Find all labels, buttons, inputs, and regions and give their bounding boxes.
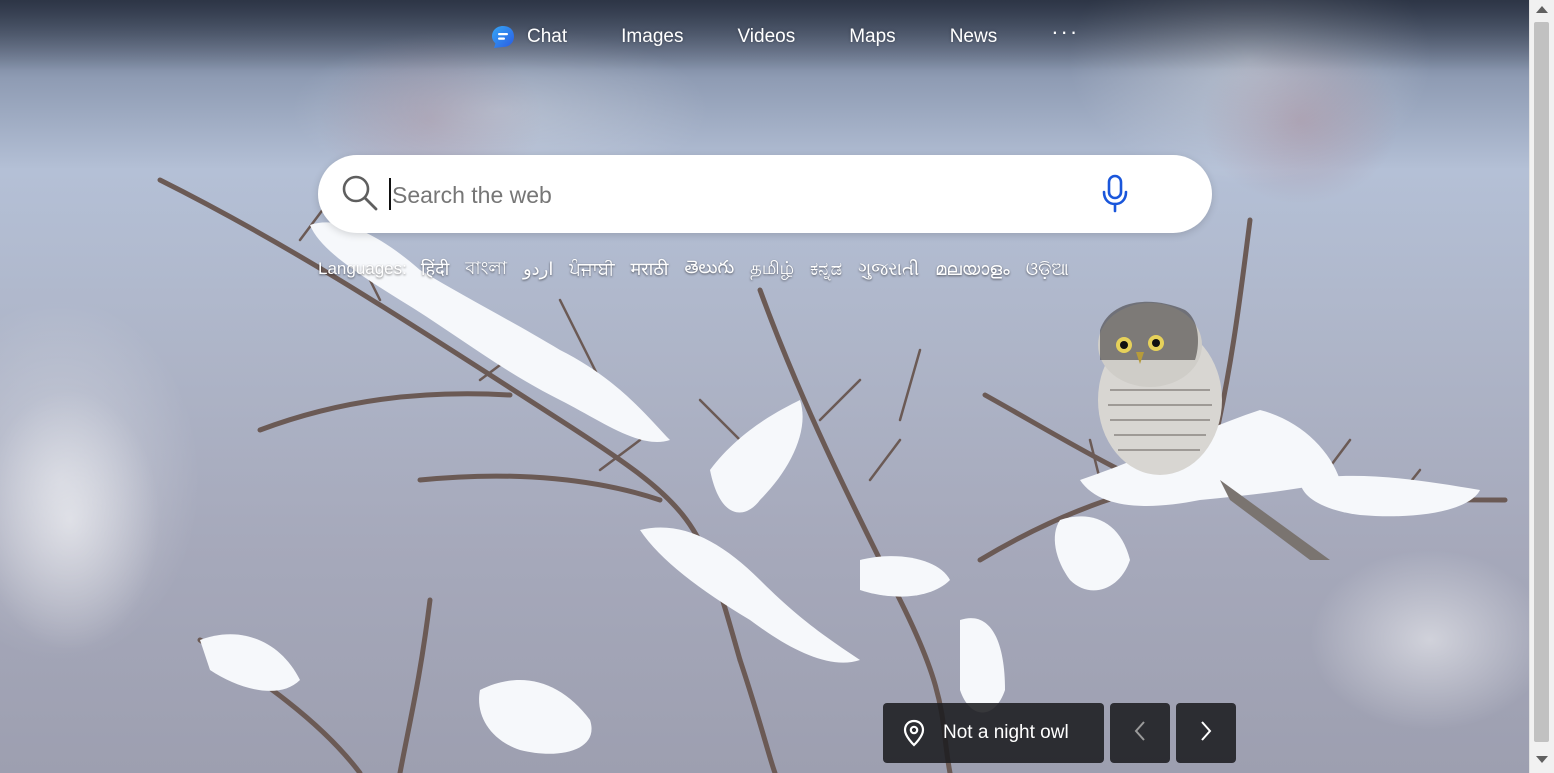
- page: Chat Images Videos Maps News ··· Languag…: [0, 0, 1554, 773]
- language-link-malayalam[interactable]: മലയാളം: [935, 259, 1010, 280]
- more-menu-button[interactable]: ···: [1051, 19, 1079, 45]
- text-caret: [389, 178, 391, 210]
- languages-bar: Languages: हिंदी বাংলা اردو ਪੰਜਾਬੀ मराठी…: [318, 255, 1085, 283]
- search-icon[interactable]: [340, 173, 380, 213]
- previous-image-button[interactable]: [1110, 703, 1170, 763]
- vertical-scrollbar[interactable]: [1529, 0, 1554, 773]
- nav-item-images[interactable]: Images: [621, 26, 683, 48]
- language-link-kannada[interactable]: ಕನ್ನಡ: [810, 259, 842, 280]
- language-link-bengali[interactable]: বাংলা: [465, 254, 507, 285]
- chat-icon: [490, 24, 516, 50]
- language-link-punjabi[interactable]: ਪੰਜਾਬੀ: [569, 259, 614, 280]
- language-link-urdu[interactable]: اردو: [523, 259, 553, 280]
- nav-item-news[interactable]: News: [950, 26, 998, 48]
- language-link-tamil[interactable]: தமிழ்: [750, 258, 794, 281]
- language-link-hindi[interactable]: हिंदी: [421, 257, 449, 281]
- background-image: [0, 0, 1529, 773]
- next-image-button[interactable]: [1176, 703, 1236, 763]
- chevron-right-icon: [1198, 719, 1214, 747]
- image-title: Not a night owl: [943, 722, 1069, 743]
- snowy-branches-illustration: [0, 177, 1529, 773]
- scroll-down-arrow-icon[interactable]: [1536, 756, 1548, 763]
- language-link-marathi[interactable]: मराठी: [631, 257, 669, 281]
- scroll-thumb[interactable]: [1534, 22, 1549, 742]
- language-link-odia[interactable]: ଓଡ଼ିଆ: [1026, 259, 1069, 280]
- top-nav: Chat Images Videos Maps News ···: [490, 19, 1079, 52]
- location-pin-icon: [903, 719, 925, 747]
- language-link-telugu[interactable]: తెలుగు: [684, 257, 734, 282]
- nav-item-chat[interactable]: Chat: [490, 24, 567, 50]
- search-input[interactable]: [390, 175, 1074, 215]
- search-box: [318, 155, 1212, 233]
- nav-item-maps[interactable]: Maps: [849, 26, 895, 48]
- nav-item-label: Chat: [527, 26, 568, 47]
- microphone-icon[interactable]: [1100, 173, 1130, 215]
- image-info-button[interactable]: Not a night owl: [883, 703, 1104, 763]
- scroll-up-arrow-icon[interactable]: [1536, 6, 1548, 13]
- languages-label: Languages:: [318, 259, 407, 278]
- nav-item-videos[interactable]: Videos: [737, 26, 795, 48]
- chevron-left-icon: [1132, 719, 1148, 747]
- language-link-gujarati[interactable]: ગુજરાતી: [858, 259, 919, 280]
